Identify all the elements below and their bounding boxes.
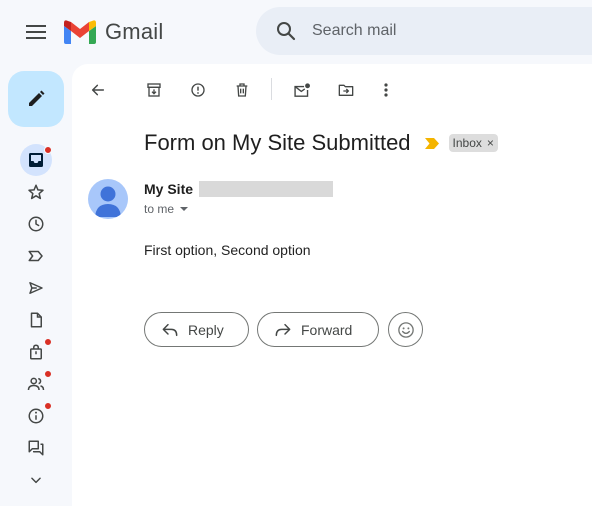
draft-icon: [30, 312, 42, 328]
caret-down-icon: [180, 207, 189, 211]
sender-avatar[interactable]: [88, 179, 128, 219]
mark-unread-button[interactable]: [284, 72, 320, 108]
sidebar-more-button[interactable]: [20, 464, 52, 496]
search-button[interactable]: [262, 7, 310, 55]
notification-dot: [44, 338, 52, 346]
app-name: Gmail: [105, 19, 164, 44]
sidebar-item-snoozed[interactable]: [20, 208, 52, 240]
arrow-back-icon: [91, 84, 105, 96]
importance-icon: [424, 137, 439, 149]
pencil-icon: [29, 90, 45, 106]
chevron-down-icon: [31, 477, 41, 484]
hamburger-icon: [26, 25, 46, 39]
mark-unread-icon: [294, 83, 310, 97]
reply-button[interactable]: Reply: [144, 312, 249, 347]
notification-dot: [44, 370, 52, 378]
sidebar-item-forums[interactable]: [20, 432, 52, 464]
search-input[interactable]: [312, 11, 572, 51]
label-text: Inbox: [452, 136, 482, 150]
sidebar-item-inbox[interactable]: [20, 144, 52, 176]
shopping-bag-icon: [30, 344, 42, 360]
search-bar: [256, 7, 592, 55]
more-options-button[interactable]: [368, 72, 404, 108]
compose-button[interactable]: [8, 71, 64, 127]
info-icon: [28, 408, 44, 424]
recipient-text: to me: [144, 202, 175, 216]
sidebar-item-sent[interactable]: [20, 272, 52, 304]
notification-dot: [44, 146, 52, 154]
move-to-button[interactable]: [328, 72, 364, 108]
archive-icon: [147, 83, 161, 97]
subject-row: Form on My Site Submitted Inbox ×: [144, 130, 498, 156]
move-folder-icon: [338, 84, 354, 96]
inbox-label-chip: Inbox ×: [448, 134, 498, 152]
star-icon: [28, 184, 44, 200]
person-icon: [95, 186, 121, 217]
inbox-icon: [29, 153, 43, 167]
send-icon: [29, 282, 43, 294]
sender-line: My Site: [144, 181, 334, 197]
forum-icon: [28, 440, 44, 456]
sender-email-redacted: [199, 181, 334, 197]
sidebar-item-updates[interactable]: [20, 400, 52, 432]
sidebar-item-starred[interactable]: [20, 176, 52, 208]
toolbar-divider: [271, 78, 272, 100]
message-view: Form on My Site Submitted Inbox × My Sit…: [72, 64, 592, 506]
importance-marker-button[interactable]: [424, 137, 439, 149]
archive-button[interactable]: [136, 72, 172, 108]
clock-icon: [28, 216, 44, 232]
trash-icon: [236, 83, 248, 97]
top-bar: Gmail: [0, 0, 592, 64]
remove-label-button[interactable]: ×: [487, 136, 494, 150]
forward-button[interactable]: Forward: [257, 312, 379, 347]
forward-icon: [275, 323, 291, 336]
people-icon: [27, 377, 45, 391]
sidebar-item-purchases[interactable]: [20, 336, 52, 368]
sidebar-item-drafts[interactable]: [20, 304, 52, 336]
delete-button[interactable]: [224, 72, 260, 108]
report-spam-button[interactable]: [180, 72, 216, 108]
sidebar-item-important[interactable]: [20, 240, 52, 272]
emoji-icon: [397, 321, 414, 338]
reply-icon: [162, 323, 178, 336]
notification-dot: [44, 402, 52, 410]
forward-label: Forward: [301, 321, 353, 338]
reply-label: Reply: [188, 321, 224, 338]
email-subject: Form on My Site Submitted: [144, 130, 411, 155]
add-reaction-button[interactable]: [388, 312, 423, 347]
label-important-icon: [28, 250, 43, 262]
sender-name: My Site: [144, 181, 194, 197]
recipient-details-button[interactable]: to me: [144, 202, 189, 216]
gmail-m-icon: [64, 20, 96, 44]
search-icon: [277, 22, 296, 41]
gmail-logo[interactable]: Gmail: [64, 16, 163, 48]
email-body: First option, Second option: [144, 242, 311, 258]
main-menu-button[interactable]: [16, 12, 56, 52]
sidebar: [0, 64, 72, 506]
more-vert-icon: [384, 83, 388, 97]
sidebar-item-social[interactable]: [20, 368, 52, 400]
report-icon: [191, 83, 205, 97]
back-button[interactable]: [80, 72, 116, 108]
